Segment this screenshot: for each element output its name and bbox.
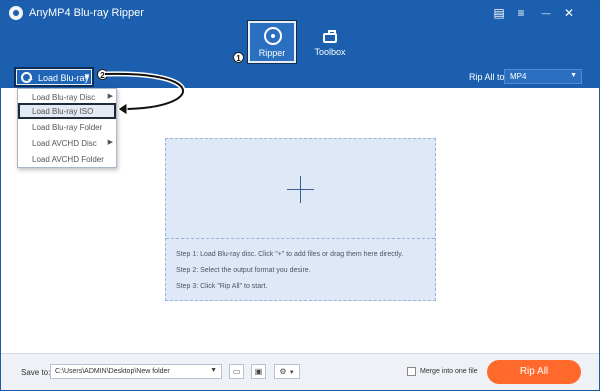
settings-button[interactable]: ⚙ ▼ [274,364,300,379]
callout-badge-1: 1 [233,52,244,63]
rip-all-to-value: MP4 [510,72,527,81]
minimize-icon[interactable]: — [537,4,555,22]
step-1-text: Step 1: Load Blu-ray disc. Click "+" to … [176,251,404,258]
title-bar: AnyMP4 Blu-ray Ripper ▤ ≡ — ✕ [1,1,599,27]
chip-icon: ▣ [254,367,263,376]
save-path-select[interactable]: C:\Users\ADMIN\Desktop\New folder ▼ [50,364,222,379]
menu-item-load-avchd-folder[interactable]: Load AVCHD Folder [18,151,116,167]
rip-all-to-label: Rip All to: [469,72,508,82]
bottom-bar: Save to: C:\Users\ADMIN\Desktop\New fold… [1,353,599,390]
save-to-label: Save to: [21,368,51,377]
merge-label: Merge into one file [420,368,478,375]
menu-item-label: Load Blu-ray ISO [32,107,94,116]
step-3-text: Step 3: Click "Rip All" to start. [176,283,268,290]
toolbar: Load Blu-ray ▼ Rip All to: MP4 ▼ [1,67,599,88]
gear-icon: ⚙ [279,367,287,376]
menu-item-label: Load AVCHD Disc [32,139,97,148]
add-file-plus-icon-stem [300,176,301,203]
open-folder-button[interactable]: ▭ [229,364,244,379]
chevron-down-icon: ▼ [288,370,295,376]
load-bluray-label: Load Blu-ray [38,73,90,83]
save-path-value: C:\Users\ADMIN\Desktop\New folder [55,368,170,375]
load-menu: Load Blu-ray Disc ▶ Load Blu-ray ISO Loa… [17,88,117,168]
menu-icon[interactable]: ≡ [512,4,530,22]
tab-toolbox-label: Toolbox [314,47,346,57]
chevron-right-icon: ▶ [107,139,113,146]
feedback-icon[interactable]: ▤ [490,4,508,22]
app-title: AnyMP4 Blu-ray Ripper [29,7,144,19]
menu-item-load-bluray-iso[interactable]: Load Blu-ray ISO [18,103,116,119]
app-logo-icon [9,6,23,20]
chevron-down-icon: ▼ [83,72,91,81]
rip-all-button[interactable]: Rip All [487,360,581,384]
menu-item-load-bluray-folder[interactable]: Load Blu-ray Folder [18,119,116,135]
menu-item-label: Load Blu-ray Folder [32,123,103,132]
hardware-acceleration-button[interactable]: ▣ [251,364,266,379]
chevron-down-icon: ▼ [210,367,217,374]
menu-item-load-avchd-disc[interactable]: Load AVCHD Disc ▶ [18,135,116,151]
step-2-text: Step 2: Select the output format you des… [176,267,311,274]
add-disc-icon [21,72,33,84]
rip-all-to-select[interactable]: MP4 ▼ [504,69,582,84]
disc-icon [264,27,282,45]
menu-item-label: Load AVCHD Folder [32,155,104,164]
callout-badge-2: 2 [97,69,108,80]
tab-ripper[interactable]: Ripper [247,20,297,64]
merge-checkbox[interactable] [407,367,416,376]
mode-bar [1,27,599,67]
tab-toolbox[interactable]: Toolbox [307,30,353,60]
folder-icon: ▭ [232,367,241,376]
chevron-down-icon: ▼ [570,72,577,79]
app-window: AnyMP4 Blu-ray Ripper ▤ ≡ — ✕ Ripper 1 T… [0,0,600,391]
menu-item-label: Load Blu-ray Disc [32,93,96,102]
load-bluray-button[interactable]: Load Blu-ray ▼ [14,67,94,87]
drop-zone-divider [166,238,435,239]
toolbox-icon [323,30,337,43]
drop-zone[interactable]: Step 1: Load Blu-ray disc. Click "+" to … [165,138,436,301]
close-icon[interactable]: ✕ [560,4,578,22]
tab-ripper-label: Ripper [258,48,286,58]
chevron-right-icon: ▶ [107,93,113,100]
